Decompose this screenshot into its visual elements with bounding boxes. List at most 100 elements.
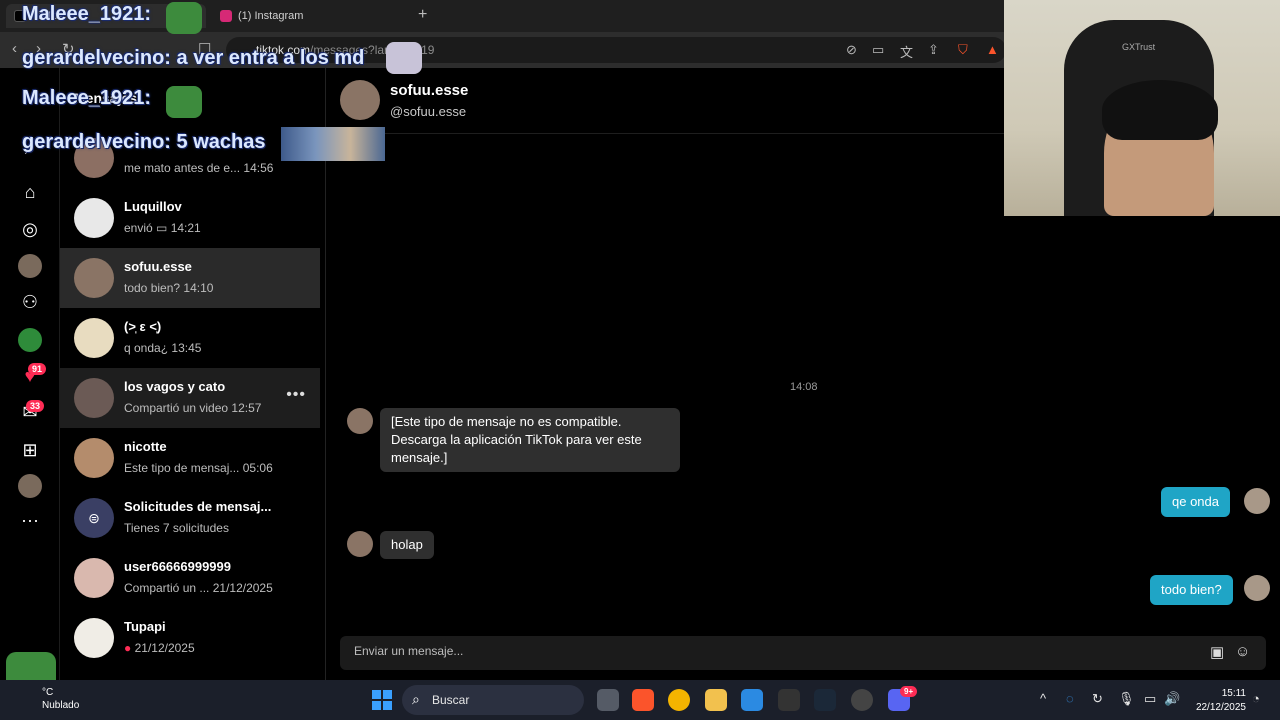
conversation-more-icon[interactable]: ••• xyxy=(286,386,306,404)
conversation-item-hovered[interactable]: los vagos y cato Compartió un video 12:5… xyxy=(60,368,320,428)
brave-shield-icon[interactable]: ⛉ xyxy=(958,42,968,58)
webcam-overlay: GXTrust xyxy=(1004,0,1280,216)
my-avatar[interactable] xyxy=(1244,488,1270,514)
pepe-emote-icon xyxy=(166,86,202,118)
steam-icon[interactable] xyxy=(814,689,836,711)
streamer-headset xyxy=(1102,80,1218,140)
cast-icon[interactable]: ▭ xyxy=(872,42,884,58)
chat-header: sofuu.esse @sofuu.esse xyxy=(326,68,1004,134)
message-requests-item[interactable]: ⊜ Solicitudes de mensaj... Tienes 7 soli… xyxy=(60,488,320,548)
translate-icon[interactable]: 文 xyxy=(900,42,913,61)
tab-instagram[interactable]: (1) Instagram xyxy=(212,4,402,28)
conversation-avatar xyxy=(74,438,114,478)
conversation-avatar xyxy=(74,318,114,358)
message-sender-avatar[interactable] xyxy=(347,531,373,557)
chat-contact-handle: @sofuu.esse xyxy=(390,104,467,119)
tray-chevron-icon[interactable]: ^ xyxy=(1040,691,1046,706)
emoji-icon[interactable]: ☺ xyxy=(1235,643,1250,660)
chat-contact-name[interactable]: sofuu.esse xyxy=(390,82,468,99)
face-emote-icon xyxy=(386,42,422,74)
volume-icon[interactable]: 🔊 xyxy=(1164,691,1180,707)
conversation-name: user66666999999 xyxy=(124,559,231,574)
conversation-avatar xyxy=(74,558,114,598)
conversation-item[interactable]: (>̩ ε <̩) q onda¿ 13:45 xyxy=(60,308,320,368)
conversation-preview: ● 21/12/2025 xyxy=(124,641,195,655)
brave-browser-icon[interactable] xyxy=(632,689,654,711)
back-arrow-icon[interactable]: ‹ xyxy=(12,40,17,57)
my-avatar[interactable] xyxy=(1244,575,1270,601)
activity-badge: 91 xyxy=(28,363,47,375)
messages-badge: 33 xyxy=(26,400,45,412)
image-upload-icon[interactable]: ▣ xyxy=(1210,643,1224,661)
network-icon[interactable]: ▭ xyxy=(1144,691,1156,707)
start-button[interactable] xyxy=(372,690,392,710)
following-avatar[interactable] xyxy=(18,254,42,278)
conversation-name: los vagos y cato xyxy=(124,379,226,394)
system-clock[interactable]: 15:11 22/12/2025 xyxy=(1190,687,1246,715)
clock-time: 15:11 xyxy=(1221,688,1246,699)
conversation-preview: Este tipo de mensaj... 05:06 xyxy=(124,461,273,475)
brave-rewards-icon[interactable]: ▲ xyxy=(986,42,999,57)
conversation-preview: me mato antes de e... 14:56 xyxy=(124,161,274,175)
conversation-preview: Tienes 7 solicitudes xyxy=(124,521,229,535)
home-icon[interactable]: ⌂ xyxy=(14,176,46,208)
conversation-item[interactable]: nicotte Este tipo de mensaj... 05:06 xyxy=(60,428,320,488)
overlay-chat-line: Maleee_1921: xyxy=(22,87,151,109)
conversation-name: Luquillov xyxy=(124,199,182,214)
file-explorer-icon[interactable] xyxy=(705,689,727,711)
message-bubble-outgoing: qe onda xyxy=(1161,487,1230,517)
conversation-item[interactable]: Luquillov envió ▭ 14:21 xyxy=(60,188,320,248)
conversation-name: nicotte xyxy=(124,439,167,454)
task-view-icon[interactable] xyxy=(597,689,619,711)
conversation-name: Solicitudes de mensaj... xyxy=(124,499,272,514)
more-dots-icon[interactable]: ··· xyxy=(14,504,46,536)
live-avatar[interactable] xyxy=(18,328,42,352)
message-input[interactable] xyxy=(354,644,1174,658)
conversation-preview: envió ▭ 14:21 xyxy=(124,221,201,235)
conversation-preview: todo bien? 14:10 xyxy=(124,281,214,295)
notification-icon[interactable]: ◔ xyxy=(1252,691,1260,706)
upload-plus-icon[interactable]: ⊞ xyxy=(14,434,46,466)
profile-avatar[interactable] xyxy=(18,474,42,498)
conversation-avatar xyxy=(74,198,114,238)
conversation-preview: Compartió un video 12:57 xyxy=(124,401,262,415)
overlay-chat-line: gerardelvecino: 5 wachas xyxy=(22,131,266,153)
explore-compass-icon[interactable]: ◎ xyxy=(14,213,46,245)
weather-widget[interactable]: °C Nublado xyxy=(42,686,79,712)
conversation-item-selected[interactable]: sofuu.esse todo bien? 14:10 xyxy=(60,248,320,308)
chair-brand-label: GXTrust xyxy=(1122,42,1156,52)
message-sender-avatar[interactable] xyxy=(347,408,373,434)
conversation-preview: Compartió un ... 21/12/2025 xyxy=(124,581,273,595)
windows-taskbar: °C Nublado ⌕ Buscar 9+ ^ ◌ ↻ 🎙 ▭ 🔊 15:11… xyxy=(0,680,1280,720)
message-bubble-incoming: [Este tipo de mensaje no es compatible. … xyxy=(380,408,680,472)
share-icon[interactable]: ⇪ xyxy=(928,42,939,58)
pepe-emote-icon xyxy=(166,2,202,34)
discord-badge: 9+ xyxy=(900,686,918,697)
weather-condition: Nublado xyxy=(42,700,80,711)
friends-icon[interactable]: ⚇ xyxy=(14,286,46,318)
conversation-name: (>̩ ε <̩) xyxy=(124,319,162,334)
chrome-icon[interactable] xyxy=(668,689,690,711)
no-tracking-icon[interactable]: ⊘ xyxy=(846,42,857,58)
tab-instagram-label: (1) Instagram xyxy=(238,10,304,22)
tray-app-icon[interactable]: ◌ xyxy=(1066,691,1074,706)
conversation-item[interactable]: Tupapi ● 21/12/2025 xyxy=(60,608,320,668)
message-bubble-incoming: holap xyxy=(380,531,434,559)
instagram-icon xyxy=(220,10,232,22)
chat-contact-avatar[interactable] xyxy=(340,80,380,120)
epic-games-icon[interactable] xyxy=(778,689,800,711)
conversation-item[interactable]: user66666999999 Compartió un ... 21/12/2… xyxy=(60,548,320,608)
conversation-preview: q onda¿ 13:45 xyxy=(124,341,202,355)
taskbar-search[interactable]: ⌕ Buscar xyxy=(402,685,584,715)
microphone-icon[interactable]: 🎙 xyxy=(1118,691,1135,707)
photo-emote-icon xyxy=(281,127,385,161)
clock-date: 22/12/2025 xyxy=(1195,702,1246,713)
search-icon: ⌕ xyxy=(412,691,420,707)
message-composer: ▣ ☺ xyxy=(340,636,1266,670)
overlay-chat-line: gerardelvecino: a ver entra a los md xyxy=(22,47,365,69)
new-tab-button[interactable]: + xyxy=(418,6,427,24)
conversation-avatar xyxy=(74,378,114,418)
store-icon[interactable] xyxy=(741,689,763,711)
sync-icon[interactable]: ↻ xyxy=(1092,691,1103,707)
obs-icon[interactable] xyxy=(851,689,873,711)
